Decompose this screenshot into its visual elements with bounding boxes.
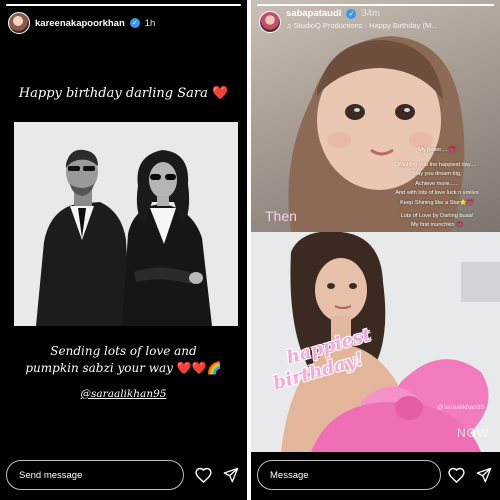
message-input[interactable]: Message [257,460,441,490]
music-icon: ♫ [286,21,292,30]
story-right: sabapataudi ✓ 34m ♫ StudioQ Productions … [251,0,500,500]
now-photo [251,232,500,452]
story-photo [14,122,238,326]
birthday-note: My poser.....💗 Wishing you the happiest … [395,147,479,229]
post-time: 34m [361,8,380,19]
story-progress-bar [6,4,241,6]
verified-badge-icon: ✓ [129,18,140,28]
heart-icon[interactable] [447,466,465,484]
share-paper-plane-icon[interactable] [475,466,493,484]
then-label: Then [265,208,297,224]
story-progress-bar [257,4,494,6]
avatar[interactable] [259,11,281,33]
now-label: NOW [457,426,490,440]
verified-badge-icon: ✓ [346,8,357,19]
story-caption: Sending lots of love and pumpkin sabzi y… [25,344,222,375]
music-attribution[interactable]: ♫ StudioQ Productions · Happy Birthday (… [286,21,438,30]
story-header: kareenakapoorkhan ✓ 1h [8,10,239,36]
username[interactable]: kareenakapoorkhan [35,18,125,29]
reply-bar: Message [251,452,500,500]
story-header: sabapataudi ✓ 34m ♫ StudioQ Productions … [259,8,492,40]
username[interactable]: sabapataudi [286,8,341,19]
sara-photo-illustration [251,232,500,452]
mention-link[interactable]: @saraalikhan95 [0,388,247,400]
share-paper-plane-icon[interactable] [222,466,240,484]
story-heading: Happy birthday darling Sara ❤️ [18,86,229,101]
reply-bar: Send message [0,452,247,500]
send-message-input[interactable]: Send message [6,460,184,490]
post-time: 1h [144,17,156,29]
duo-photo-illustration [14,122,238,326]
watermark: @saraalikhan95 [437,404,485,411]
avatar[interactable] [8,12,30,34]
heart-icon[interactable] [194,466,212,484]
story-left: kareenakapoorkhan ✓ 1h Happy birthday da… [0,0,247,500]
